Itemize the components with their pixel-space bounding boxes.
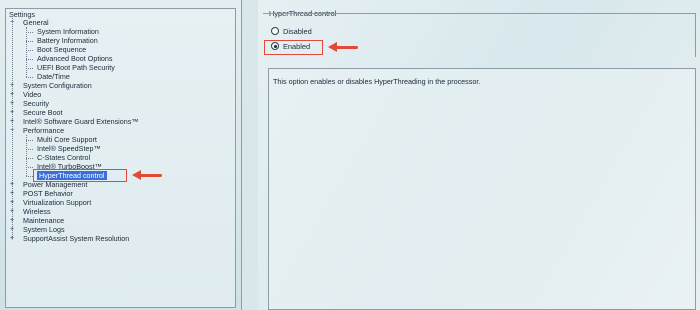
tree-item-label: Maintenance xyxy=(23,216,65,225)
tree-branch-line xyxy=(26,76,33,78)
tree-item-general[interactable]: General xyxy=(23,18,49,27)
tree-branch-line xyxy=(26,157,33,159)
tree-item-label: Boot Sequence xyxy=(37,45,87,54)
tree-item-intel-software-guard-extensions[interactable]: Intel® Software Guard Extensions™ xyxy=(23,117,139,126)
tree-item-label: Multi Core Support xyxy=(37,135,97,144)
tree-item-label: Intel® SpeedStep™ xyxy=(37,144,101,153)
tree-item-power-management[interactable]: Power Management xyxy=(23,180,87,189)
description-box: This option enables or disables HyperThr… xyxy=(268,68,696,310)
tree-branch-line xyxy=(26,139,33,141)
tree-item-label: General xyxy=(23,18,49,27)
tree-item-label: UEFI Boot Path Security xyxy=(37,63,115,72)
tree-item-multi-core-support[interactable]: Multi Core Support xyxy=(37,135,97,144)
tree-item-label: POST Behavior xyxy=(23,189,73,198)
tree-item-label: Video xyxy=(23,90,42,99)
tree-item-secure-boot[interactable]: Secure Boot xyxy=(23,108,63,117)
collapse-icon[interactable]: − xyxy=(9,19,15,26)
tree-branch-line xyxy=(26,40,33,42)
expand-icon[interactable]: + xyxy=(9,181,15,188)
tree-item-label: Performance xyxy=(23,126,65,135)
tree-item-label: Advanced Boot Options xyxy=(37,54,113,63)
tree-item-intel-speedstep[interactable]: Intel® SpeedStep™ xyxy=(37,144,101,153)
tree-item-video[interactable]: Video xyxy=(23,90,41,99)
tree-item-security[interactable]: Security xyxy=(23,99,49,108)
radio-disabled[interactable]: Disabled xyxy=(271,27,312,37)
tree-item-label: System Configuration xyxy=(23,81,92,90)
tree-sub-connector-line xyxy=(26,135,27,176)
settings-tree: Settings − General System Information Batter… xyxy=(5,8,236,308)
tree-branch-line xyxy=(26,148,33,150)
tree-item-post-behavior[interactable]: POST Behavior xyxy=(23,189,73,198)
tree-item-label: Battery Information xyxy=(37,36,98,45)
radio-disabled-label: Disabled xyxy=(283,27,312,36)
tree-item-label: Wireless xyxy=(23,207,51,216)
tree-item-virtualization-support[interactable]: Virtualization Support xyxy=(23,198,91,207)
tree-item-c-states-control[interactable]: C-States Control xyxy=(37,153,90,162)
expand-icon[interactable]: + xyxy=(9,235,15,242)
tree-item-label: SupportAssist System Resolution xyxy=(23,234,130,243)
tree-item-system-configuration[interactable]: System Configuration xyxy=(23,81,92,90)
tree-item-label: C-States Control xyxy=(37,153,91,162)
tree-item-label: System Logs xyxy=(23,225,65,234)
expand-icon[interactable]: + xyxy=(9,217,15,224)
tree-branch-line xyxy=(26,58,33,60)
tree-sub-connector-line xyxy=(26,27,27,77)
tree-item-date-time[interactable]: Date/Time xyxy=(37,72,70,81)
expand-icon[interactable]: + xyxy=(9,91,15,98)
tree-item-performance[interactable]: Performance xyxy=(23,126,64,135)
tree-item-maintenance[interactable]: Maintenance xyxy=(23,216,64,225)
settings-tree-pane: Settings − General System Information Batter… xyxy=(0,0,242,310)
tree-item-label: System Information xyxy=(37,27,99,36)
tree-item-supportassist-system-resolution[interactable]: SupportAssist System Resolution xyxy=(23,234,129,243)
annotation-arrow-hyperthread xyxy=(132,170,162,180)
tree-item-label: Security xyxy=(23,99,49,108)
setting-detail-pane: HyperThread control Disabled Enabled Thi… xyxy=(258,0,700,310)
tree-item-label: Intel® Software Guard Extensions™ xyxy=(23,117,139,126)
tree-branch-line xyxy=(26,31,33,33)
tree-branch-line xyxy=(26,49,33,51)
tree-item-system-logs[interactable]: System Logs xyxy=(23,225,65,234)
tree-branch-line xyxy=(26,175,33,177)
tree-item-label: Date/Time xyxy=(37,72,70,81)
expand-icon[interactable]: + xyxy=(9,118,15,125)
expand-icon[interactable]: + xyxy=(9,199,15,206)
expand-icon[interactable]: + xyxy=(9,208,15,215)
tree-branch-line xyxy=(26,67,33,69)
expand-icon[interactable]: + xyxy=(9,190,15,197)
annotation-arrow-enabled xyxy=(328,42,358,52)
tree-item-system-information[interactable]: System Information xyxy=(37,27,99,36)
tree-item-label: Power Management xyxy=(23,180,88,189)
expand-icon[interactable]: + xyxy=(9,109,15,116)
tree-item-uefi-boot-path-security[interactable]: UEFI Boot Path Security xyxy=(37,63,115,72)
tree-item-advanced-boot-options[interactable]: Advanced Boot Options xyxy=(37,54,113,63)
expand-icon[interactable]: + xyxy=(9,226,15,233)
tree-item-label: Secure Boot xyxy=(23,108,63,117)
tree-item-label: Virtualization Support xyxy=(23,198,92,207)
annotation-box-enabled xyxy=(264,40,323,55)
radio-disabled-indicator[interactable] xyxy=(271,27,279,36)
tree-item-boot-sequence[interactable]: Boot Sequence xyxy=(37,45,86,54)
tree-branch-line xyxy=(26,166,33,168)
tree-item-battery-information[interactable]: Battery Information xyxy=(37,36,98,45)
collapse-icon[interactable]: − xyxy=(9,127,15,134)
tree-item-wireless[interactable]: Wireless xyxy=(23,207,51,216)
expand-icon[interactable]: + xyxy=(9,82,15,89)
description-text: This option enables or disables HyperThr… xyxy=(273,77,481,86)
expand-icon[interactable]: + xyxy=(9,100,15,107)
